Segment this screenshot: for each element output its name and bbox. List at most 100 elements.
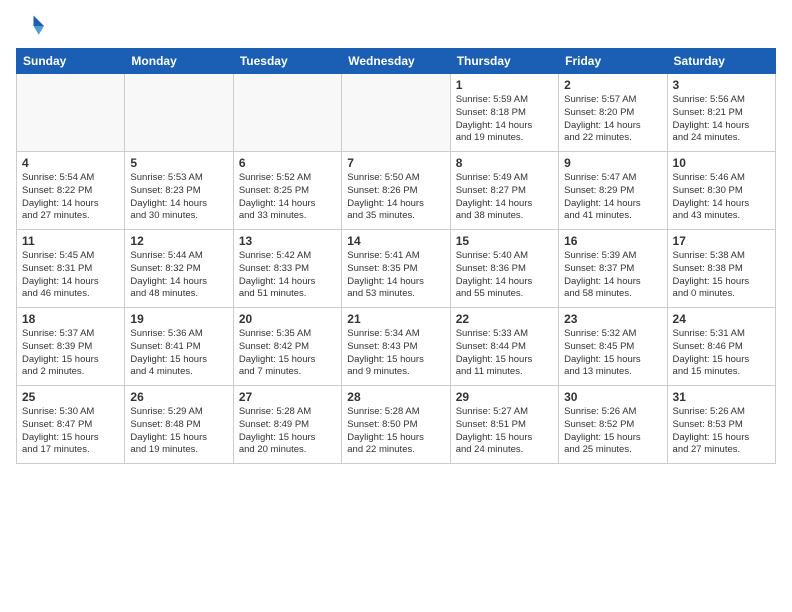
- day-number: 16: [564, 234, 661, 248]
- day-info: Sunrise: 5:53 AM Sunset: 8:23 PM Dayligh…: [130, 172, 227, 223]
- day-cell: 11 Sunrise: 5:45 AM Sunset: 8:31 PM Dayli…: [17, 230, 125, 308]
- day-number: 22: [456, 312, 553, 326]
- day-number: 4: [22, 156, 119, 170]
- day-number: 7: [347, 156, 444, 170]
- day-cell: 23 Sunrise: 5:32 AM Sunset: 8:45 PM Dayli…: [559, 308, 667, 386]
- day-number: 9: [564, 156, 661, 170]
- col-header-wednesday: Wednesday: [342, 49, 450, 74]
- day-info: Sunrise: 5:40 AM Sunset: 8:36 PM Dayligh…: [456, 250, 553, 301]
- day-number: 14: [347, 234, 444, 248]
- day-info: Sunrise: 5:31 AM Sunset: 8:46 PM Dayligh…: [673, 328, 770, 379]
- header-row: SundayMondayTuesdayWednesdayThursdayFrid…: [17, 49, 776, 74]
- day-info: Sunrise: 5:38 AM Sunset: 8:38 PM Dayligh…: [673, 250, 770, 301]
- day-info: Sunrise: 5:34 AM Sunset: 8:43 PM Dayligh…: [347, 328, 444, 379]
- day-info: Sunrise: 5:37 AM Sunset: 8:39 PM Dayligh…: [22, 328, 119, 379]
- day-cell: 14 Sunrise: 5:41 AM Sunset: 8:35 PM Dayli…: [342, 230, 450, 308]
- day-cell: [125, 74, 233, 152]
- day-cell: 31Sunrise: 5:26 AM Sunset: 8:53 PM Dayli…: [667, 386, 775, 464]
- day-cell: 6 Sunrise: 5:52 AM Sunset: 8:25 PM Daylig…: [233, 152, 341, 230]
- day-cell: 15 Sunrise: 5:40 AM Sunset: 8:36 PM Dayli…: [450, 230, 558, 308]
- day-cell: 19 Sunrise: 5:36 AM Sunset: 8:41 PM Dayli…: [125, 308, 233, 386]
- day-cell: 10Sunrise: 5:46 AM Sunset: 8:30 PM Dayli…: [667, 152, 775, 230]
- day-info: Sunrise: 5:45 AM Sunset: 8:31 PM Dayligh…: [22, 250, 119, 301]
- day-number: 21: [347, 312, 444, 326]
- day-cell: 28Sunrise: 5:28 AM Sunset: 8:50 PM Dayli…: [342, 386, 450, 464]
- day-number: 3: [673, 78, 770, 92]
- week-row-2: 4 Sunrise: 5:54 AM Sunset: 8:22 PM Daylig…: [17, 152, 776, 230]
- day-number: 18: [22, 312, 119, 326]
- day-number: 12: [130, 234, 227, 248]
- day-number: 15: [456, 234, 553, 248]
- day-info: Sunrise: 5:52 AM Sunset: 8:25 PM Dayligh…: [239, 172, 336, 223]
- week-row-3: 11 Sunrise: 5:45 AM Sunset: 8:31 PM Dayli…: [17, 230, 776, 308]
- day-cell: 22 Sunrise: 5:33 AM Sunset: 8:44 PM Dayli…: [450, 308, 558, 386]
- page: SundayMondayTuesdayWednesdayThursdayFrid…: [0, 0, 792, 612]
- day-cell: 2 Sunrise: 5:57 AM Sunset: 8:20 PM Daylig…: [559, 74, 667, 152]
- day-info: Sunrise: 5:27 AM Sunset: 8:51 PM Dayligh…: [456, 406, 553, 457]
- day-number: 5: [130, 156, 227, 170]
- day-number: 1: [456, 78, 553, 92]
- day-cell: 4 Sunrise: 5:54 AM Sunset: 8:22 PM Daylig…: [17, 152, 125, 230]
- day-info: Sunrise: 5:59 AM Sunset: 8:18 PM Dayligh…: [456, 94, 553, 145]
- day-cell: 27 Sunrise: 5:28 AM Sunset: 8:49 PM Dayli…: [233, 386, 341, 464]
- day-number: 13: [239, 234, 336, 248]
- day-cell: 30 Sunrise: 5:26 AM Sunset: 8:52 PM Dayli…: [559, 386, 667, 464]
- col-header-tuesday: Tuesday: [233, 49, 341, 74]
- day-info: Sunrise: 5:44 AM Sunset: 8:32 PM Dayligh…: [130, 250, 227, 301]
- day-number: 30: [564, 390, 661, 404]
- header: [16, 12, 776, 40]
- day-cell: 24 Sunrise: 5:31 AM Sunset: 8:46 PM Dayli…: [667, 308, 775, 386]
- day-cell: 20Sunrise: 5:35 AM Sunset: 8:42 PM Dayli…: [233, 308, 341, 386]
- day-info: Sunrise: 5:26 AM Sunset: 8:52 PM Dayligh…: [564, 406, 661, 457]
- day-info: Sunrise: 5:36 AM Sunset: 8:41 PM Dayligh…: [130, 328, 227, 379]
- week-row-4: 18 Sunrise: 5:37 AM Sunset: 8:39 PM Dayli…: [17, 308, 776, 386]
- day-info: Sunrise: 5:46 AM Sunset: 8:30 PM Dayligh…: [673, 172, 770, 223]
- day-cell: 13 Sunrise: 5:42 AM Sunset: 8:33 PM Dayli…: [233, 230, 341, 308]
- day-info: Sunrise: 5:56 AM Sunset: 8:21 PM Dayligh…: [673, 94, 770, 145]
- day-number: 25: [22, 390, 119, 404]
- day-info: Sunrise: 5:41 AM Sunset: 8:35 PM Dayligh…: [347, 250, 444, 301]
- day-info: Sunrise: 5:54 AM Sunset: 8:22 PM Dayligh…: [22, 172, 119, 223]
- day-cell: 25Sunrise: 5:30 AM Sunset: 8:47 PM Dayli…: [17, 386, 125, 464]
- day-number: 11: [22, 234, 119, 248]
- day-cell: 1 Sunrise: 5:59 AM Sunset: 8:18 PM Daylig…: [450, 74, 558, 152]
- day-number: 6: [239, 156, 336, 170]
- day-info: Sunrise: 5:50 AM Sunset: 8:26 PM Dayligh…: [347, 172, 444, 223]
- day-info: Sunrise: 5:47 AM Sunset: 8:29 PM Dayligh…: [564, 172, 661, 223]
- day-number: 19: [130, 312, 227, 326]
- day-info: Sunrise: 5:28 AM Sunset: 8:49 PM Dayligh…: [239, 406, 336, 457]
- day-cell: 5 Sunrise: 5:53 AM Sunset: 8:23 PM Daylig…: [125, 152, 233, 230]
- day-number: 31: [673, 390, 770, 404]
- day-number: 17: [673, 234, 770, 248]
- day-cell: [233, 74, 341, 152]
- day-number: 27: [239, 390, 336, 404]
- day-cell: 12 Sunrise: 5:44 AM Sunset: 8:32 PM Dayli…: [125, 230, 233, 308]
- day-number: 26: [130, 390, 227, 404]
- day-cell: 3 Sunrise: 5:56 AM Sunset: 8:21 PM Daylig…: [667, 74, 775, 152]
- week-row-5: 25Sunrise: 5:30 AM Sunset: 8:47 PM Dayli…: [17, 386, 776, 464]
- day-info: Sunrise: 5:28 AM Sunset: 8:50 PM Dayligh…: [347, 406, 444, 457]
- day-info: Sunrise: 5:57 AM Sunset: 8:20 PM Dayligh…: [564, 94, 661, 145]
- day-info: Sunrise: 5:35 AM Sunset: 8:42 PM Dayligh…: [239, 328, 336, 379]
- week-row-1: 1 Sunrise: 5:59 AM Sunset: 8:18 PM Daylig…: [17, 74, 776, 152]
- day-number: 23: [564, 312, 661, 326]
- day-cell: 17 Sunrise: 5:38 AM Sunset: 8:38 PM Dayli…: [667, 230, 775, 308]
- day-cell: 7 Sunrise: 5:50 AM Sunset: 8:26 PM Daylig…: [342, 152, 450, 230]
- day-number: 8: [456, 156, 553, 170]
- day-info: Sunrise: 5:33 AM Sunset: 8:44 PM Dayligh…: [456, 328, 553, 379]
- calendar: SundayMondayTuesdayWednesdayThursdayFrid…: [16, 48, 776, 464]
- day-cell: 26Sunrise: 5:29 AM Sunset: 8:48 PM Dayli…: [125, 386, 233, 464]
- col-header-monday: Monday: [125, 49, 233, 74]
- day-cell: 18 Sunrise: 5:37 AM Sunset: 8:39 PM Dayli…: [17, 308, 125, 386]
- logo: [16, 12, 48, 40]
- day-cell: [342, 74, 450, 152]
- day-info: Sunrise: 5:32 AM Sunset: 8:45 PM Dayligh…: [564, 328, 661, 379]
- day-number: 24: [673, 312, 770, 326]
- day-info: Sunrise: 5:42 AM Sunset: 8:33 PM Dayligh…: [239, 250, 336, 301]
- day-number: 2: [564, 78, 661, 92]
- day-cell: [17, 74, 125, 152]
- day-cell: 8Sunrise: 5:49 AM Sunset: 8:27 PM Daylig…: [450, 152, 558, 230]
- day-cell: 9 Sunrise: 5:47 AM Sunset: 8:29 PM Daylig…: [559, 152, 667, 230]
- day-cell: 29Sunrise: 5:27 AM Sunset: 8:51 PM Dayli…: [450, 386, 558, 464]
- col-header-sunday: Sunday: [17, 49, 125, 74]
